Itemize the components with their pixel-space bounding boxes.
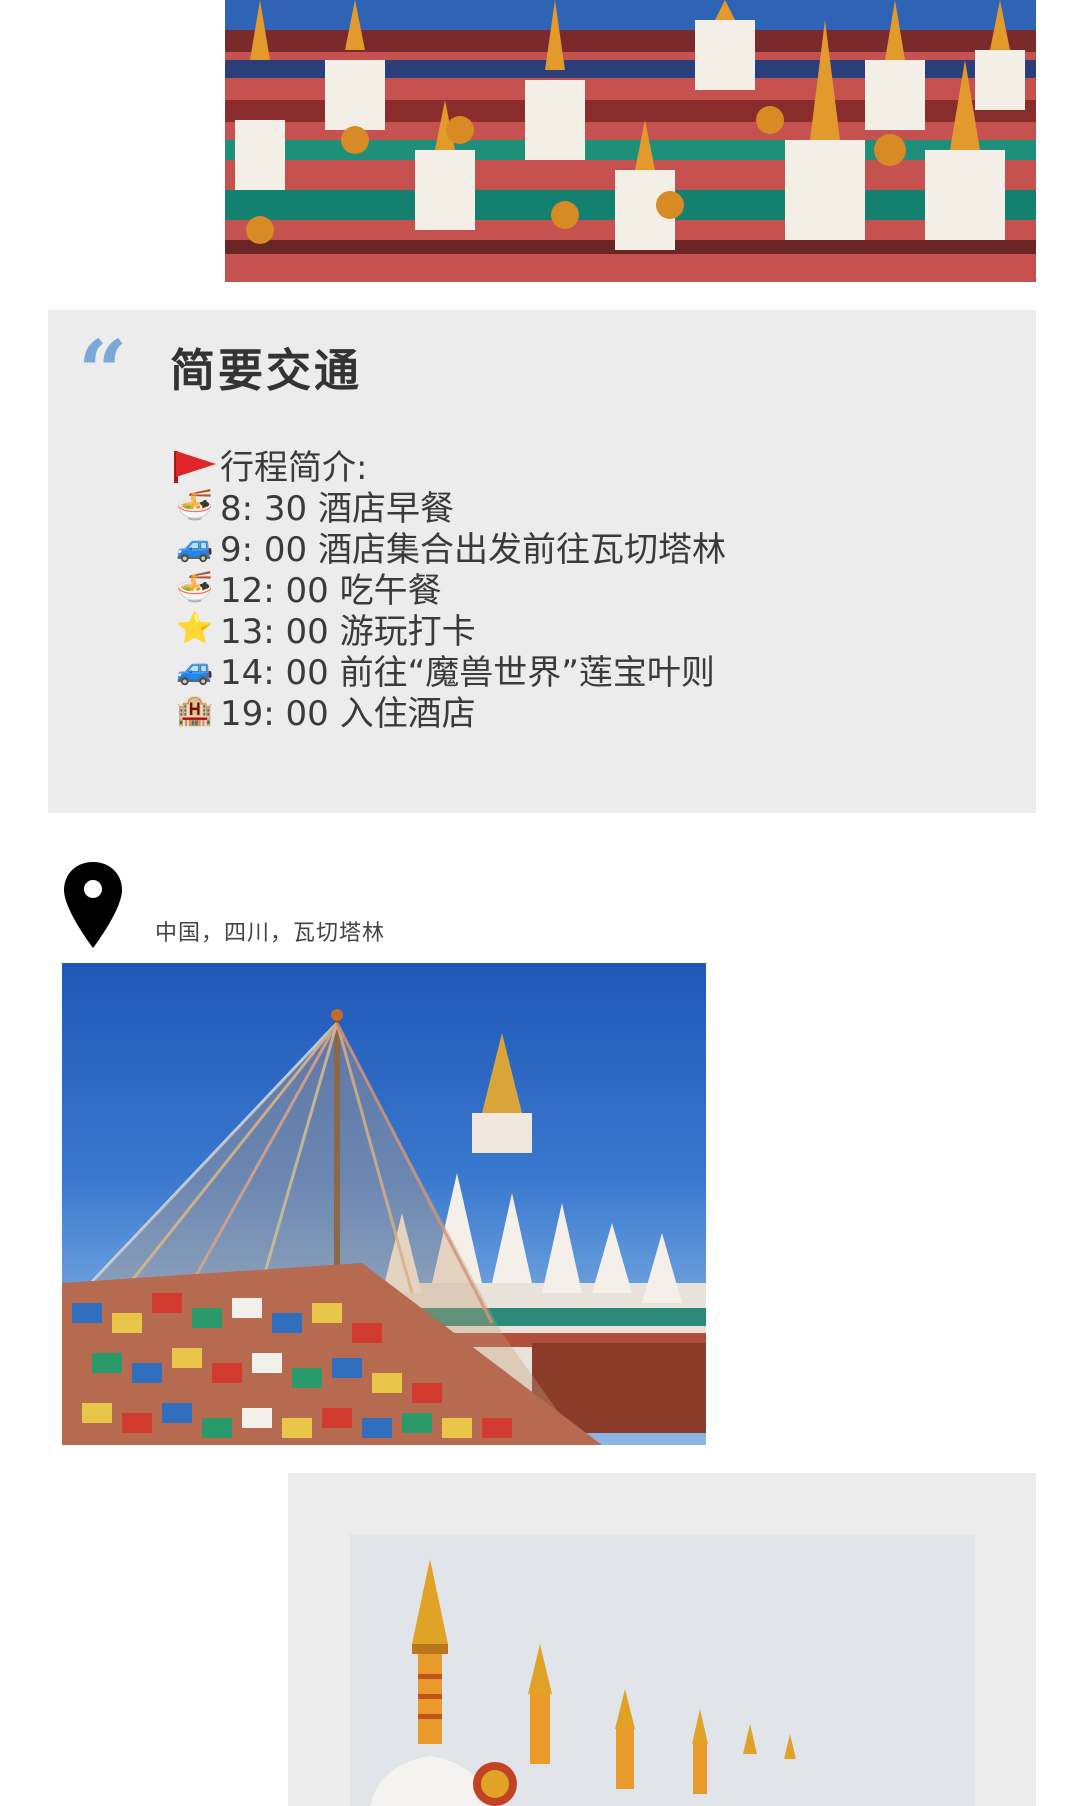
- stupa-illustration: [225, 0, 1036, 282]
- card-title: 简要交通: [170, 344, 363, 397]
- itinerary-list: 行程简介: 🍜 8: 30 酒店早餐 🚙 9: 00 酒店集合出发前往瓦切塔林 …: [170, 444, 726, 734]
- car-icon: 🚙: [176, 652, 214, 687]
- hotel-icon: 🏨: [176, 693, 214, 728]
- itinerary-item: 🚙 9: 00 酒店集合出发前往瓦切塔林: [170, 526, 726, 570]
- car-icon: 🚙: [176, 529, 214, 564]
- red-flag-icon: [170, 447, 220, 483]
- itinerary-item-text: 19: 00 入住酒店: [220, 694, 476, 734]
- star-icon: ⭐: [176, 611, 214, 646]
- noodle-bowl-icon: 🍜: [176, 488, 214, 523]
- golden-spire-illustration: [350, 1534, 975, 1806]
- transport-card: “ 简要交通 行程简介: 🍜 8: 30 酒店早餐 🚙 9: 00 酒店集合出发…: [48, 310, 1036, 813]
- itinerary-item: 🏨 19: 00 入住酒店: [170, 690, 726, 734]
- map-pin-icon[interactable]: [62, 860, 124, 950]
- location-label[interactable]: 中国，四川，瓦切塔林: [155, 915, 385, 947]
- itinerary-item: 🚙 14: 00 前往“魔兽世界”莲宝叶则: [170, 649, 726, 693]
- quote-icon: “: [78, 322, 128, 423]
- prayer-flags-photo: [62, 963, 706, 1445]
- itinerary-item: ⭐ 13: 00 游玩打卡: [170, 608, 726, 652]
- golden-spire-stupa-photo: [350, 1534, 975, 1806]
- itinerary-heading-row: 行程简介:: [170, 444, 726, 488]
- prayer-flags-illustration: [62, 1009, 706, 1445]
- itinerary-item: 🍜 12: 00 吃午餐: [170, 567, 726, 611]
- noodle-bowl-icon: 🍜: [176, 570, 214, 605]
- stupa-photo: [225, 0, 1036, 282]
- itinerary-item: 🍜 8: 30 酒店早餐: [170, 485, 726, 529]
